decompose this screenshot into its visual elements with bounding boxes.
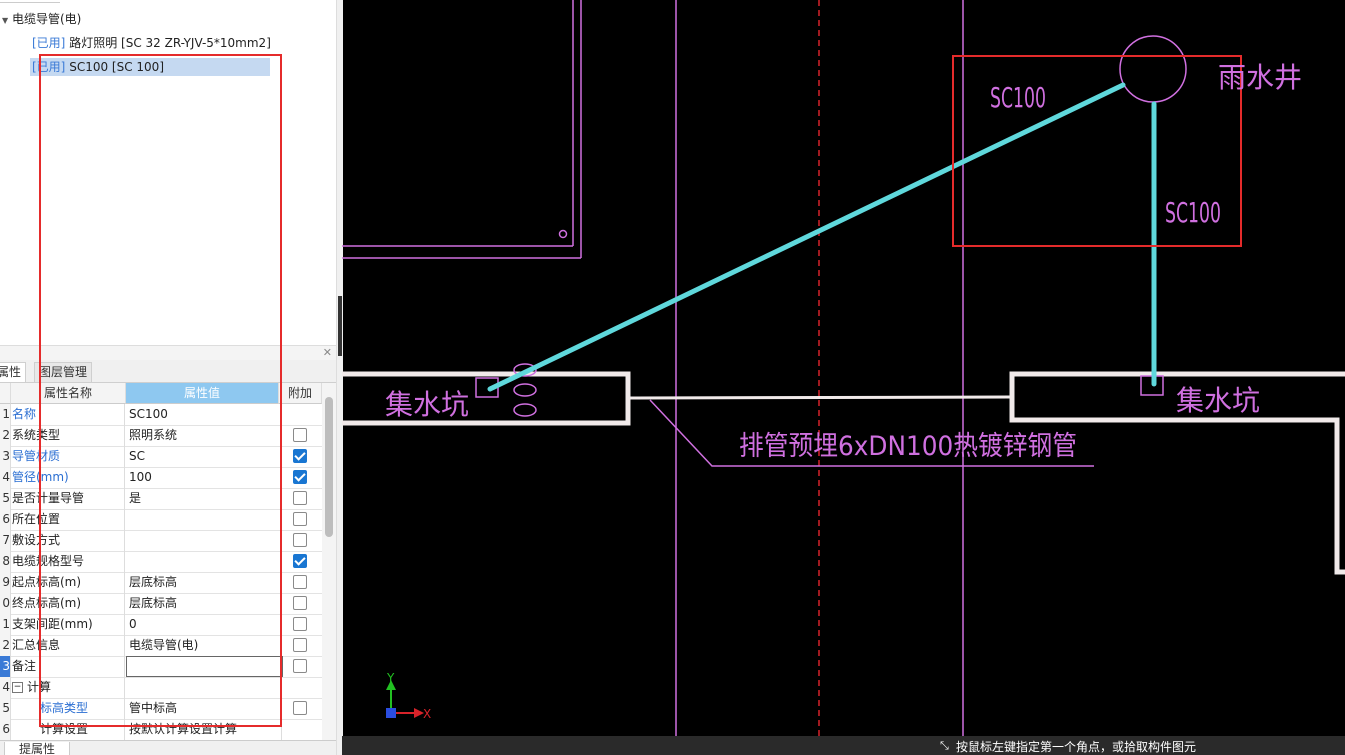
scrollbar-thumb[interactable] [325,397,333,537]
close-icon[interactable]: ✕ [323,346,332,359]
row-number: 3 [0,446,11,467]
label-sc100: SC100 [1165,196,1221,229]
tab-extract-properties[interactable]: 提属性 [4,742,71,755]
extra-cell [280,656,320,677]
extra-cell [280,572,320,593]
extra-checkbox[interactable] [293,554,307,568]
extra-checkbox[interactable] [293,596,307,610]
extra-cell [280,614,320,635]
highlight-box [39,54,282,727]
header-extra: 附加 [279,383,322,404]
row-number: 2 [0,425,11,446]
extra-checkbox[interactable] [293,617,307,631]
left-panel: ▼ 电缆导管(电) [已用] 路灯照明 [SC 32 ZR-YJV-5*10mm2… [0,0,342,755]
row-number: 5 [0,488,11,509]
property-name-text: 名称 [12,407,37,421]
extra-cell [280,677,320,698]
pipe-sc100-diagonal [487,82,1126,392]
pipe-symbol [513,403,537,417]
used-tag: [已用] [32,36,66,50]
extra-checkbox[interactable] [293,701,307,715]
row-number: 4 [0,677,11,698]
extra-cell [280,530,320,551]
extra-cell [280,635,320,656]
extra-cell [280,446,320,467]
property-scrollbar[interactable] [322,383,336,743]
extra-checkbox[interactable] [293,575,307,589]
ucs-origin-icon [386,708,396,718]
row-number: 9 [0,572,11,593]
tree-header-edge [0,0,60,3]
property-name-text: 备注 [12,659,37,673]
tree-item-street-light[interactable]: [已用] 路灯照明 [SC 32 ZR-YJV-5*10mm2] [30,34,275,52]
tab-properties[interactable]: 属性 [0,362,27,382]
tree-group-label: 电缆导管(电) [12,12,82,26]
row-number: 0 [0,593,11,614]
extra-cell [280,593,320,614]
extra-checkbox[interactable] [293,512,307,526]
pipe-duct-line [627,395,1011,400]
row-number: 5 [0,698,11,719]
label-pipe-note: 排管预埋6xDN100热镀锌钢管 [739,431,1077,462]
pipes-sc100 [487,82,1157,392]
extra-cell [280,719,320,740]
extra-checkbox[interactable] [293,491,307,505]
extra-checkbox[interactable] [293,428,307,442]
walls-magenta [342,0,964,736]
row-number: 3 [0,656,11,677]
sump-symbols [475,35,1187,467]
label-sump-right: 集水坑 [1176,384,1260,417]
status-text: 按鼠标左键指定第一个角点，或拾取构件图元 [956,740,1197,754]
tree-item-label: 路灯照明 [SC 32 ZR-YJV-5*10mm2] [69,36,271,50]
row-number: 2 [0,635,11,656]
row-number: 6 [0,509,11,530]
row-number: 1 [0,614,11,635]
row-number: 6 [0,719,11,740]
resize-arrows-icon: ⤡ [940,739,949,752]
drawing-labels: SC100 SC100 雨水井 集水坑 集水坑 排管预埋6xDN100热镀锌钢管 [385,61,1302,462]
bottom-tabbar: 提属性 [0,740,342,755]
extra-checkbox[interactable] [293,470,307,484]
extra-cell [280,488,320,509]
y-axis-label: Y [386,671,395,685]
collapse-triangle-icon[interactable]: ▼ [2,13,12,29]
header-num [0,383,11,404]
extra-cell [280,698,320,719]
extra-checkbox[interactable] [293,659,307,673]
extra-checkbox[interactable] [293,449,307,463]
status-bar: ⤡ 按鼠标左键指定第一个角点，或拾取构件图元 [342,736,1345,755]
label-rain-well: 雨水井 [1218,61,1302,94]
extra-cell [280,467,320,488]
extra-checkbox[interactable] [293,533,307,547]
extra-checkbox[interactable] [293,638,307,652]
row-number: 4 [0,467,11,488]
row-number: 8 [0,551,11,572]
row-number: 7 [0,530,11,551]
tree-group-cable-conduit[interactable]: ▼ 电缆导管(电) [2,11,81,27]
collapse-minus-icon[interactable]: − [12,682,23,693]
extra-cell [280,551,320,572]
marker-circle [558,229,568,239]
x-axis-label: X [423,707,431,721]
rain-well-circle [1119,35,1187,103]
pipe-symbol [513,383,537,397]
ucs-axis-icon: Y X [386,671,431,721]
label-sc100: SC100 [990,81,1046,114]
extra-cell [280,509,320,530]
extra-cell [280,404,320,425]
label-sump-left: 集水坑 [385,388,469,421]
cad-canvas[interactable]: SC100 SC100 雨水井 集水坑 集水坑 排管预埋6xDN100热镀锌钢管… [342,0,1345,755]
extra-cell [280,425,320,446]
row-number: 1 [0,404,11,425]
